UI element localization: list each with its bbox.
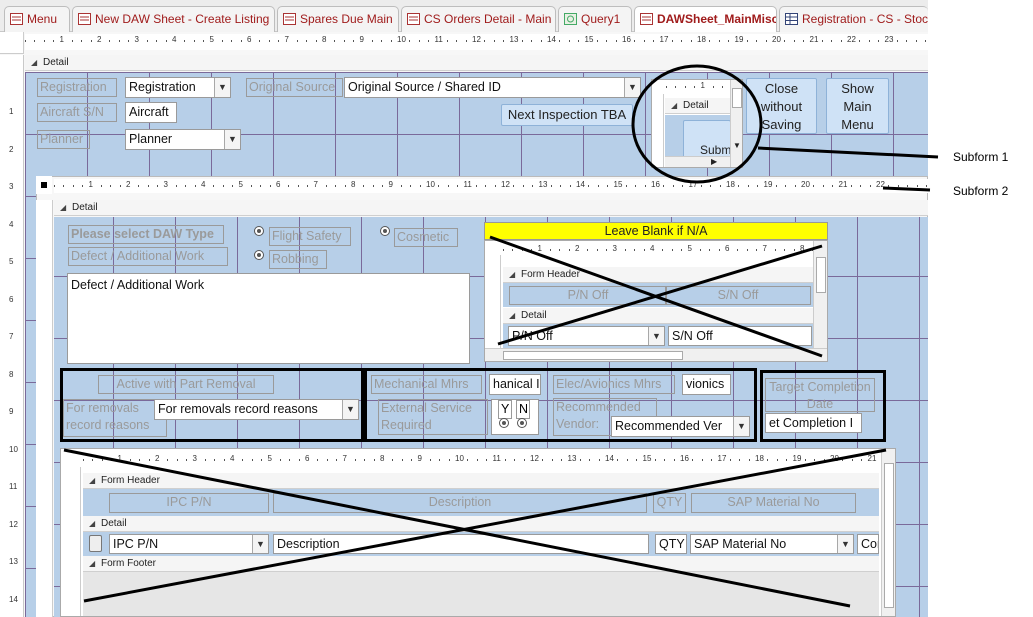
subform-1-callout: Subform 1	[953, 150, 1009, 164]
annotation-overlay	[63, 64, 939, 608]
subform-1-highlight-circle	[631, 64, 763, 184]
cross-out-line	[83, 448, 887, 603]
subform-1-pointer-line	[757, 146, 939, 159]
cross-out-line	[497, 244, 823, 346]
subform-2-pointer-line	[882, 186, 931, 192]
subform-2-callout: Subform 2	[953, 184, 1009, 198]
